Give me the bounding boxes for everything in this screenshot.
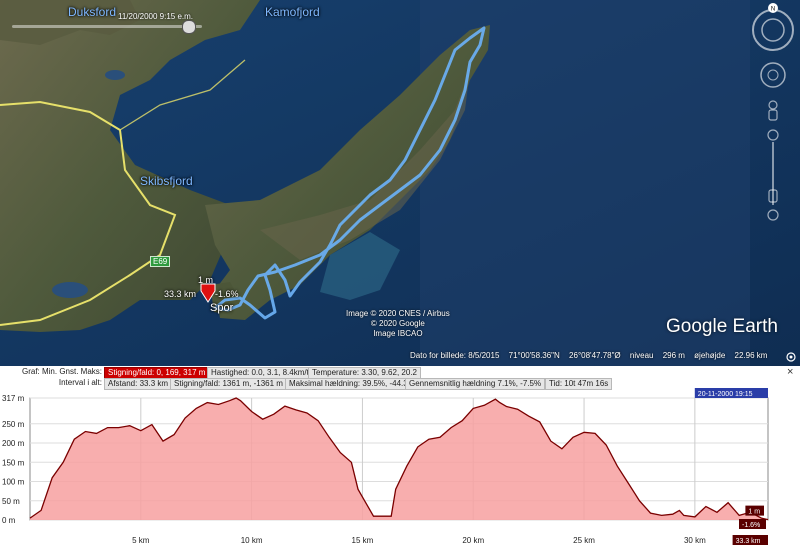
stats-row-graph: Graf: Min. Gnst. Maks: Stigning/fald: 0,… [0,367,800,379]
x-axis-labels: 5 km 10 km 15 km 20 km 25 km 30 km [132,536,706,545]
x-tick-label: 20 km [462,536,484,545]
eye-altitude-value: 22.96 km [734,351,768,360]
position-marker-icon[interactable] [200,283,216,303]
time-slider-stamp: 11/20/2000 9:15 e.m. [118,12,194,21]
attribution-line: Image © 2020 CNES / Airbus [346,309,450,318]
y-tick-label: 100 m [2,478,25,487]
time-slider-thumb[interactable] [182,20,196,34]
y-tick-label: 50 m [2,497,20,506]
graph-row-label: Graf: Min. Gnst. Maks: [21,367,102,376]
fjord-label-kamofjord: Kamofjord [265,5,320,19]
google-earth-logo: Google Earth [666,316,778,337]
x-tick-label: 30 km [684,536,706,545]
eye-altitude-label: øjehøjde [694,351,726,360]
marker-grade-label: -1.6% [215,289,239,299]
y-tick-label: 0 m [2,516,16,525]
x-tick-label: 5 km [132,536,150,545]
zoom-slider-icon[interactable] [767,129,779,221]
fjord-label-skibsfjord: Skibsfjord [140,174,193,188]
status-bar: Dato for billede: 8/5/2015 71°00'58.36"N… [410,351,774,360]
elevation-value: 296 m [662,351,685,360]
north-compass-icon[interactable]: N [752,3,794,51]
y-axis-labels: 0 m 50 m 100 m 150 m 200 m 250 m 317 m [2,394,25,525]
street-view-pegman-icon[interactable] [768,100,778,121]
attribution-line: Image IBCAO [373,329,423,338]
time-slider-track[interactable] [12,25,202,28]
time-slider[interactable]: 11/20/2000 9:15 e.m. [6,12,206,38]
y-tick-label: 200 m [2,439,25,448]
route-shield-e69: E69 [150,256,171,267]
cursor-grade-tag: -1.6% [742,522,760,529]
y-tick-label: 150 m [2,458,25,467]
cursor-distance-tag: 33.3 km [736,538,761,545]
nav-controls-graphic: N [752,3,794,221]
cursor-elevation-tag: 1 m [748,509,760,516]
x-tick-label: 25 km [573,536,595,545]
elevation-chart[interactable]: 0 m 50 m 100 m 150 m 200 m 250 m 317 m 5 km 10 … [0,386,800,546]
map-view[interactable]: Duksford Kamofjord Skibsfjord 11/20/2000… [0,0,800,366]
move-joystick-icon[interactable] [760,62,786,88]
town-label-spor: Spor [210,302,234,314]
status-info-icon[interactable] [786,352,796,362]
attribution-line: © 2020 Google [370,319,425,328]
imagery-date: Dato for billede: 8/5/2015 [410,351,500,360]
svg-text:N: N [771,7,775,13]
navigation-controls[interactable]: N [748,0,800,240]
elevation-label: niveau [629,351,654,360]
x-tick-label: 15 km [352,536,374,545]
x-tick-label: 10 km [241,536,263,545]
y-tick-label: 250 m [2,420,25,429]
y-tick-label: 317 m [2,394,25,403]
elevation-profile-panel: Graf: Min. Gnst. Maks: Stigning/fald: 0,… [0,366,800,546]
latitude: 71°00'58.36"N [508,351,560,360]
time-tag: 20-11-2000 19:15 [698,391,753,398]
marker-distance-label: 33.3 km [164,289,197,299]
longitude: 26°08'47.78"Ø [569,351,621,360]
close-profile-button[interactable]: × [787,366,793,378]
imagery-attribution: Image © 2020 CNES / Airbus © 2020 Google… [346,309,450,339]
